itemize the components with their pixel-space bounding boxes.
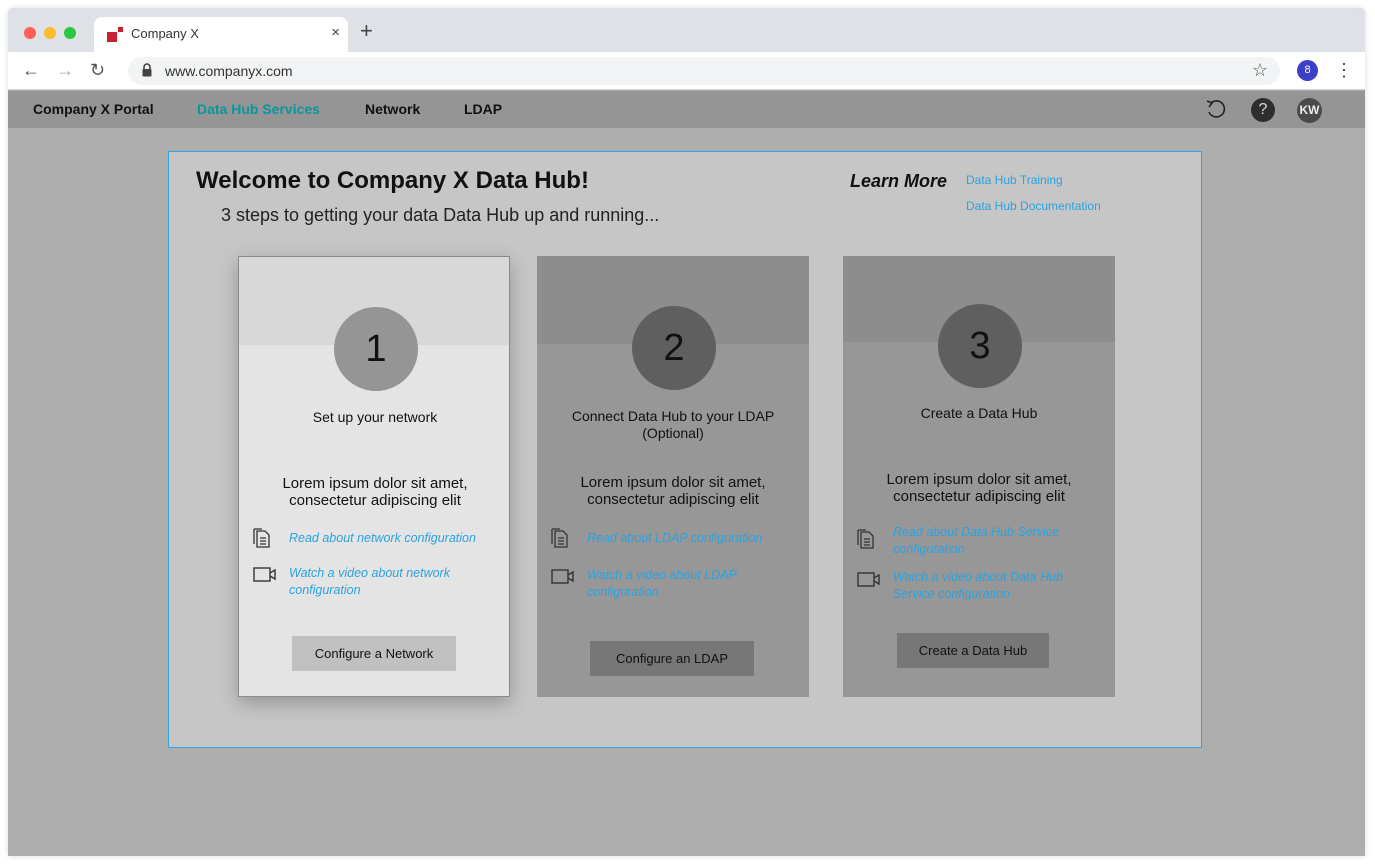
- step-title: Create a Data Hub: [920, 405, 1038, 421]
- read-ldap-config-link[interactable]: Read about LDAP configuration: [587, 530, 797, 547]
- video-icon: [253, 567, 276, 582]
- step-description: Lorem ipsum dolor sit amet, consectetur …: [886, 471, 1072, 505]
- step-card-network: 1 Set up your network Lorem ipsum dolor …: [238, 256, 510, 697]
- configure-network-button[interactable]: Configure a Network: [292, 636, 456, 671]
- company-logo-icon: [107, 27, 123, 43]
- video-icon: [551, 569, 574, 584]
- watch-data-hub-video-link[interactable]: Watch a video about Data Hub Service con…: [893, 569, 1083, 603]
- menu-icon[interactable]: ⋮: [1335, 60, 1353, 80]
- data-hub-training-link[interactable]: Data Hub Training: [966, 173, 1063, 187]
- new-tab-button[interactable]: +: [360, 20, 373, 42]
- browser-tab[interactable]: Company X ×: [94, 17, 348, 52]
- step-number: 3: [938, 304, 1022, 388]
- step-description: Lorem ipsum dolor sit amet, consectetur …: [282, 475, 468, 509]
- welcome-panel: Welcome to Company X Data Hub! 3 steps t…: [168, 151, 1202, 748]
- step-number: 2: [632, 306, 716, 390]
- watch-network-video-link[interactable]: Watch a video about network configuratio…: [289, 565, 499, 599]
- maximize-window-button[interactable]: [64, 27, 76, 39]
- document-icon: [857, 529, 874, 549]
- data-hub-documentation-link[interactable]: Data Hub Documentation: [966, 199, 1101, 213]
- page-title: Welcome to Company X Data Hub!: [196, 167, 589, 194]
- tab-close-icon[interactable]: ×: [331, 24, 340, 41]
- lock-icon: [142, 63, 152, 77]
- app-header: Company X Portal Data Hub Services Netwo…: [8, 91, 1365, 128]
- page-subtitle: 3 steps to getting your data Data Hub up…: [221, 205, 660, 225]
- reload-icon[interactable]: ↻: [90, 59, 105, 81]
- nav-item-ldap[interactable]: LDAP: [464, 101, 502, 117]
- back-icon[interactable]: ←: [22, 59, 40, 81]
- video-icon: [857, 572, 880, 587]
- tab-title: Company X: [131, 26, 199, 41]
- browser-window: Company X × + ← → ↻ www.companyx.com ☆ 8…: [8, 8, 1365, 856]
- avatar[interactable]: KW: [1297, 98, 1322, 123]
- configure-ldap-button[interactable]: Configure an LDAP: [590, 641, 754, 676]
- step-title: Set up your network: [312, 409, 438, 425]
- read-data-hub-config-link[interactable]: Read about Data Hub Service configuratio…: [893, 524, 1083, 558]
- help-icon[interactable]: ?: [1251, 98, 1275, 122]
- url-text: www.companyx.com: [165, 63, 293, 79]
- star-icon[interactable]: ☆: [1252, 60, 1268, 81]
- profile-icon[interactable]: 8: [1297, 60, 1318, 81]
- read-network-config-link[interactable]: Read about network configuration: [289, 530, 499, 547]
- close-window-button[interactable]: [24, 27, 36, 39]
- forward-icon[interactable]: →: [56, 59, 74, 81]
- portal-brand-link[interactable]: Company X Portal: [33, 101, 154, 117]
- create-data-hub-button[interactable]: Create a Data Hub: [897, 633, 1049, 668]
- document-icon: [551, 528, 568, 548]
- watch-ldap-video-link[interactable]: Watch a video about LDAP configuration: [587, 567, 797, 601]
- learn-more-heading: Learn More: [850, 171, 948, 191]
- step-number: 1: [334, 307, 418, 391]
- step-description: Lorem ipsum dolor sit amet, consectetur …: [580, 474, 766, 508]
- address-bar[interactable]: www.companyx.com ☆: [128, 57, 1280, 85]
- nav-item-data-hub-services[interactable]: Data Hub Services: [197, 101, 320, 117]
- undo-icon[interactable]: [1204, 97, 1228, 121]
- minimize-window-button[interactable]: [44, 27, 56, 39]
- tab-strip: Company X × +: [8, 8, 1365, 52]
- browser-toolbar: ← → ↻ www.companyx.com ☆ 8 ⋮: [8, 52, 1365, 90]
- document-icon: [253, 528, 270, 548]
- step-card-ldap: 2 Connect Data Hub to your LDAP (Optiona…: [537, 256, 809, 697]
- main-content: Welcome to Company X Data Hub! 3 steps t…: [8, 128, 1365, 856]
- step-title: Connect Data Hub to your LDAP (Optional): [571, 408, 775, 441]
- step-card-data-hub: 3 Create a Data Hub Lorem ipsum dolor si…: [843, 256, 1115, 697]
- nav-item-network[interactable]: Network: [365, 101, 420, 117]
